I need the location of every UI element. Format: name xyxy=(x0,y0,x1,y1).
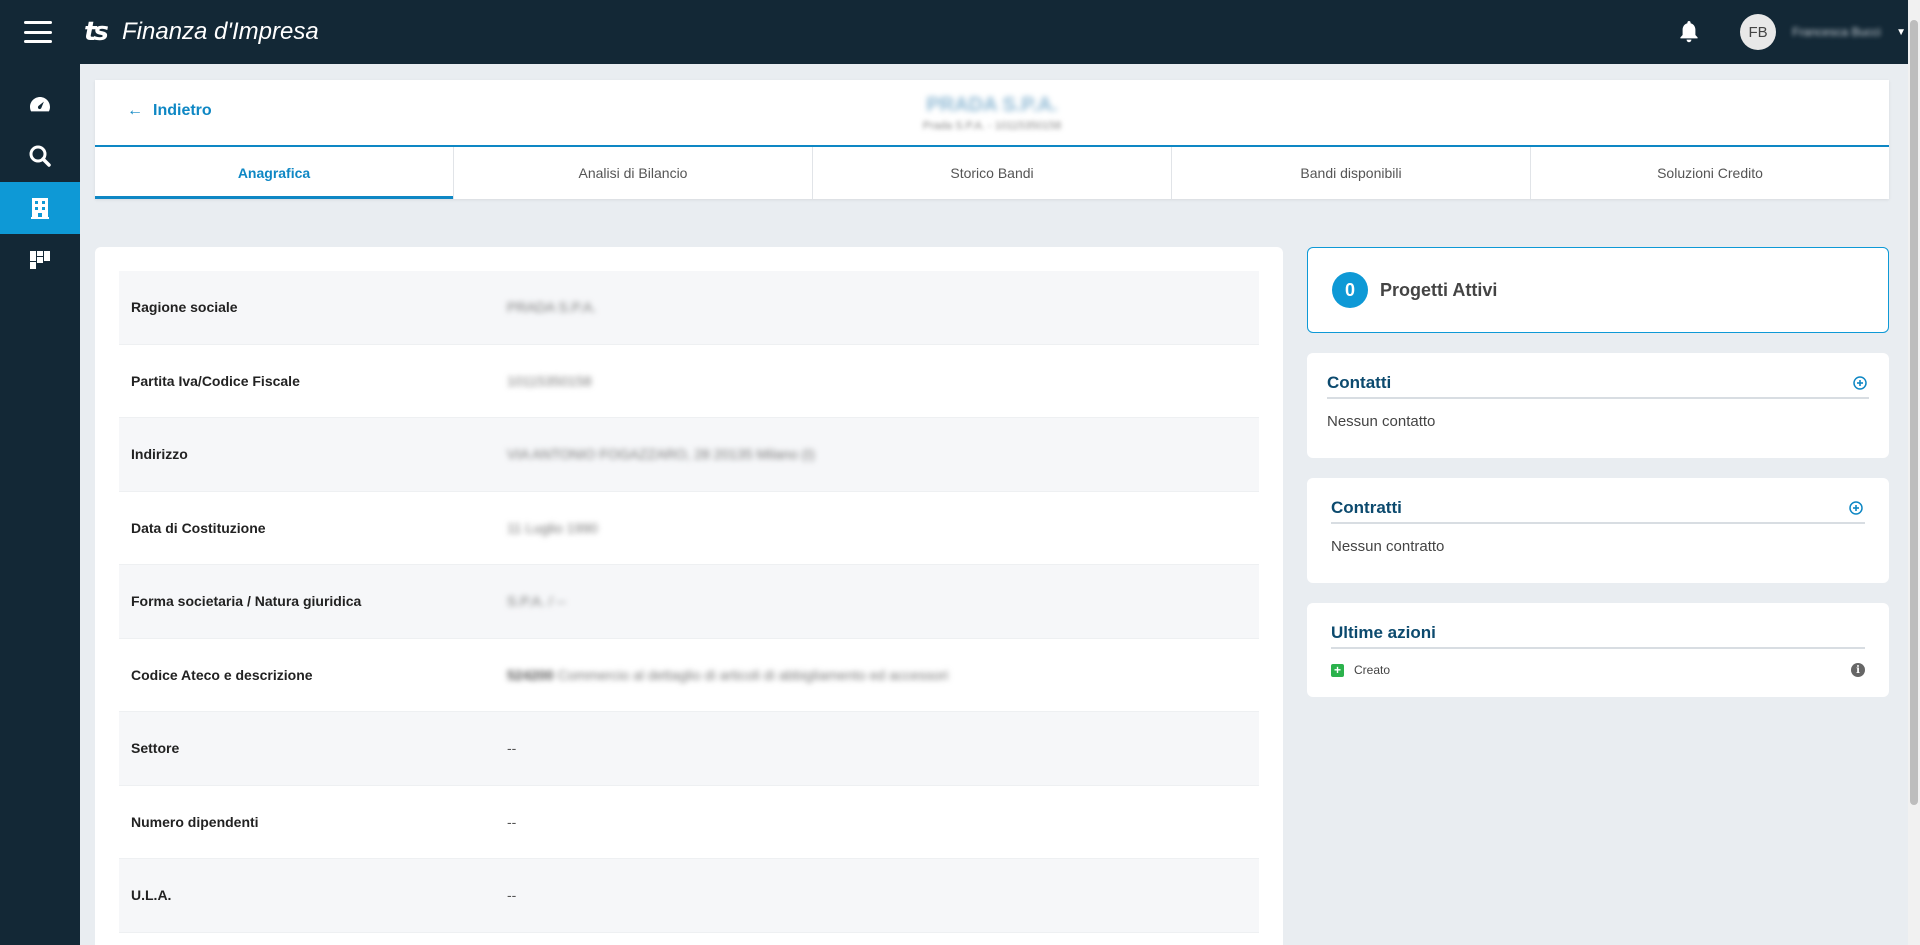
avatar[interactable]: FB xyxy=(1740,14,1777,50)
contratti-header: Contratti xyxy=(1331,498,1865,524)
contatti-title: Contatti xyxy=(1327,373,1392,392)
info-value: 524200 Commercio al dettaglio di articol… xyxy=(507,667,948,683)
user-name[interactable]: Francesca Bucci xyxy=(1792,25,1892,39)
add-contratto-button[interactable] xyxy=(1847,499,1865,517)
ateco-description: Commercio al dettaglio di articoli di ab… xyxy=(557,666,949,683)
contratti-panel: Contratti Nessun contratto xyxy=(1307,478,1889,583)
info-label: Indirizzo xyxy=(131,446,188,463)
scrollbar-thumb[interactable] xyxy=(1910,20,1918,805)
info-value: VIA ANTONIO FOGAZZARO, 28 20135 Milano (… xyxy=(507,446,815,463)
tab-bandi-disponibili[interactable]: Bandi disponibili xyxy=(1172,147,1531,199)
hamburger-icon xyxy=(24,21,52,43)
tab-soluzioni-credito[interactable]: Soluzioni Credito xyxy=(1531,147,1889,199)
tab-analisi-bilancio[interactable]: Analisi di Bilancio xyxy=(454,147,813,199)
ultime-azioni-title: Ultime azioni xyxy=(1331,623,1436,642)
page-scrollbar[interactable] xyxy=(1908,0,1920,945)
info-label: Data di Costituzione xyxy=(131,519,266,536)
info-value: -- xyxy=(507,813,517,830)
contatti-empty: Nessun contatto xyxy=(1327,413,1436,430)
info-value: PRADA S.P.A. xyxy=(507,299,597,316)
contratti-title: Contratti xyxy=(1331,498,1402,517)
company-name: PRADA S.P.A. xyxy=(926,94,1058,116)
dashboard-tiles-icon xyxy=(30,251,50,269)
search-icon xyxy=(29,145,51,167)
info-row-data-costituzione: Data di Costituzione 11 Luglio 1990 xyxy=(119,492,1259,565)
contatti-header: Contatti xyxy=(1327,373,1869,399)
info-value: S.P.A. / -- xyxy=(507,593,566,610)
progetti-count-badge: 0 xyxy=(1332,272,1368,308)
sidebar xyxy=(0,64,80,945)
company-header: ← Indietro PRADA S.P.A. Prada S.P.A. - 1… xyxy=(95,80,1889,199)
info-value: -- xyxy=(507,887,517,904)
info-row-indirizzo: Indirizzo VIA ANTONIO FOGAZZARO, 28 2013… xyxy=(119,418,1259,492)
info-label: Settore xyxy=(131,740,180,757)
info-label: Codice Ateco e descrizione xyxy=(131,666,313,683)
progetti-attivi-card[interactable]: 0 Progetti Attivi xyxy=(1307,247,1889,333)
bell-icon[interactable] xyxy=(1676,19,1702,45)
info-icon[interactable]: i xyxy=(1851,663,1865,677)
plus-circle-icon xyxy=(1853,376,1867,390)
info-label: Numero dipendenti xyxy=(131,813,259,830)
building-icon xyxy=(31,198,49,219)
top-bar-right: FB Francesca Bucci ▼ xyxy=(1676,0,1920,64)
ultime-azioni-header: Ultime azioni xyxy=(1331,623,1865,649)
add-contatto-button[interactable] xyxy=(1851,374,1869,392)
top-bar: ts Finanza d'Impresa FB Francesca Bucci … xyxy=(0,0,1920,64)
info-label: Ragione sociale xyxy=(131,299,238,316)
speedometer-icon xyxy=(30,97,50,112)
action-label: Creato xyxy=(1354,663,1391,677)
brand-name: Finanza d'Impresa xyxy=(122,18,319,45)
info-row-settore: Settore -- xyxy=(119,712,1259,786)
info-row-forma-societaria: Forma societaria / Natura giuridica S.P.… xyxy=(119,565,1259,639)
tab-storico-bandi[interactable]: Storico Bandi xyxy=(813,147,1172,199)
plus-square-icon: + xyxy=(1331,663,1344,677)
contatti-panel: Contatti Nessun contatto xyxy=(1307,353,1889,458)
info-value: -- xyxy=(507,740,517,757)
info-row-partita-iva: Partita Iva/Codice Fiscale 10115350158 xyxy=(119,345,1259,418)
tab-anagrafica[interactable]: Anagrafica xyxy=(95,147,454,199)
sidebar-item-dashboard[interactable] xyxy=(0,78,80,130)
info-row-ula: U.L.A. -- xyxy=(119,859,1259,933)
ultime-azioni-panel: Ultime azioni + Creato i xyxy=(1307,603,1889,697)
right-column: 0 Progetti Attivi Contatti Nessun contat… xyxy=(1307,247,1889,697)
ateco-code: 524200 xyxy=(507,666,554,683)
info-row-ragione-sociale: Ragione sociale PRADA S.P.A. xyxy=(119,271,1259,345)
info-label: U.L.A. xyxy=(131,887,172,904)
tab-bar: Anagrafica Analisi di Bilancio Storico B… xyxy=(95,145,1889,199)
contratti-empty: Nessun contratto xyxy=(1331,538,1445,555)
company-subtitle: Prada S.P.A. - 10115350158 xyxy=(922,120,1062,132)
info-value: 11 Luglio 1990 xyxy=(507,519,598,536)
logo-mark: ts xyxy=(84,17,109,47)
chevron-down-icon[interactable]: ▼ xyxy=(1896,27,1906,38)
sidebar-item-companies[interactable] xyxy=(0,182,80,234)
action-item: + Creato i xyxy=(1331,649,1865,697)
info-label: Partita Iva/Codice Fiscale xyxy=(131,372,300,389)
info-row-numero-dipendenti: Numero dipendenti -- xyxy=(119,786,1259,859)
plus-circle-icon xyxy=(1849,501,1863,515)
sidebar-item-boards[interactable] xyxy=(0,234,80,286)
menu-button[interactable] xyxy=(0,0,76,64)
info-label: Forma societaria / Natura giuridica xyxy=(131,593,362,610)
info-value: 10115350158 xyxy=(507,372,592,389)
logo[interactable]: ts Finanza d'Impresa xyxy=(84,17,319,47)
company-info-card: Ragione sociale PRADA S.P.A. Partita Iva… xyxy=(95,247,1283,945)
sidebar-item-search[interactable] xyxy=(0,130,80,182)
info-row-codice-ateco: Codice Ateco e descrizione 524200 Commer… xyxy=(119,639,1259,712)
progetti-title: Progetti Attivi xyxy=(1380,279,1498,300)
